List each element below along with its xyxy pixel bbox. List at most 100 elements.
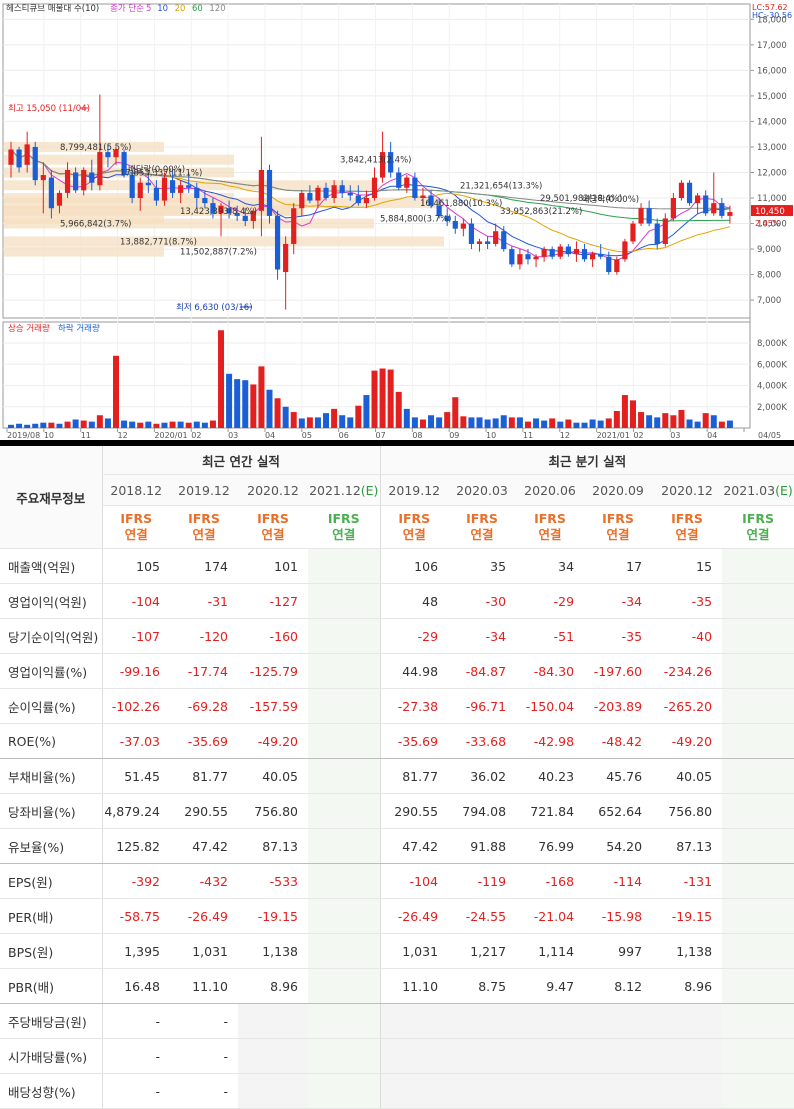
candle-body [16,149,22,168]
x-tick-label: 04 [707,431,717,440]
volume-bar [24,424,31,428]
table-cell: 290.55 [170,793,238,829]
volume-bar [710,415,717,428]
table-cell: -84.30 [516,653,585,689]
candle-body [81,169,87,191]
volume-bar [185,422,192,428]
ifrs-badge: IFRS 연결 [379,505,449,549]
x-tick-label: 07 [376,431,386,440]
volume-bar [428,415,435,428]
candle-body [703,195,709,214]
volume-bar [226,373,233,428]
table-cell: 45.76 [584,758,653,794]
table-cell [238,1038,308,1074]
table-row: 주당배당금(원) - - [0,1003,794,1039]
volume-bar [403,408,410,428]
table-row: PER(배) -58.75 -26.49 -19.15 -26.49 -24.55 -21.… [0,898,794,934]
table-cell: -168 [516,863,585,899]
price-tick-label: 13,000 [757,143,787,153]
period-label: 2018.12 [110,482,163,498]
x-tick-label: 11 [81,431,91,440]
table-cell: 15 [652,548,723,584]
volume-bar [250,384,257,428]
volume-bar [88,421,95,428]
row-label: 부채비율(%) [0,758,102,794]
price-tick-label: 9,000 [757,245,781,255]
volume-bar [581,422,588,428]
period-header: 2019.12 [170,474,238,506]
table-cell [308,793,381,829]
table-cell [308,653,381,689]
row-header-title: 주요재무정보 [0,446,102,549]
ifrs-label: IFRS [188,511,220,526]
volume-bar [314,417,321,428]
price-tick-label: 12,000 [757,168,787,178]
table-cell: 40.05 [238,758,308,794]
table-cell [722,898,794,934]
ifrs-badge: IFRS 연결 [722,505,794,549]
table-cell: 34 [516,548,585,584]
table-cell [448,1003,517,1039]
volume-bar [629,400,636,428]
volume-legend-down: 하락 거래량 [58,323,100,334]
candle-body [169,180,176,193]
table-cell: 17 [584,548,653,584]
candle-body [363,198,370,204]
table-cell [516,1038,585,1074]
x-tick-label: 2019/08 [7,431,40,440]
volume-bar [718,421,725,428]
table-cell: 174 [170,548,238,584]
table-cell: 54.20 [584,828,653,864]
candle-body [622,241,628,260]
volume-bar [209,420,216,428]
volume-bar [161,422,168,428]
table-cell: 721.84 [516,793,585,829]
table-cell [652,1003,723,1039]
candle-body [654,223,660,244]
table-cell: -19.15 [238,898,308,934]
volume-bar [395,391,402,428]
table-row: 매출액(억원) 105 174 101 106 35 34 17 15 [0,548,794,584]
volume-bar [104,418,111,428]
table-cell: 1,395 [101,933,170,969]
volume-bar [605,418,612,428]
period-header: 2019.12 [379,474,449,506]
volume-profile-label: 5,884,800(3.7%) [380,214,452,224]
volume-bar [8,424,14,428]
candle-body [178,185,184,193]
table-cell: -34 [448,618,517,654]
volume-bar [524,421,531,428]
row-label: PBR(배) [0,968,102,1004]
volume-profile-label: 3,842,413(2.4%) [340,156,412,166]
table-cell: 8.12 [584,968,653,1004]
candle-body [686,182,693,204]
ifrs-badge: IFRS 연결 [584,505,653,549]
table-cell [308,723,381,759]
x-tick-label: 08 [412,431,422,440]
table-cell: -58.75 [101,898,170,934]
volume-bar [638,412,645,428]
candlestick-chart-svg: 18,00017,00016,00015,00014,00013,00012,0… [2,3,793,440]
candle-body [89,172,95,183]
annual-group-header: 최근 연간 실적 [101,446,381,475]
table-cell [379,1003,449,1039]
table-cell: 48 [379,583,449,619]
estimate-marker: (E) [775,482,793,498]
volume-profile-label: 16,461,880(10.3%) [420,199,502,209]
period-label: 2021.03 [723,482,776,498]
candle-body [396,172,402,188]
consolidated-label: 연결 [606,527,630,542]
period-label: 2020.09 [592,482,644,498]
table-cell: -157.59 [238,688,308,724]
table-cell: -107 [101,618,170,654]
table-cell: 1,031 [170,933,238,969]
volume-bar [40,422,47,428]
table-cell: -392 [101,863,170,899]
volume-bar [613,411,620,428]
table-cell: -35.69 [379,723,449,759]
consolidated-label: 연결 [746,527,770,542]
price-tick-label: 11,000 [757,194,787,204]
table-cell [308,933,381,969]
volume-bar [541,420,548,428]
table-cell: 756.80 [238,793,308,829]
